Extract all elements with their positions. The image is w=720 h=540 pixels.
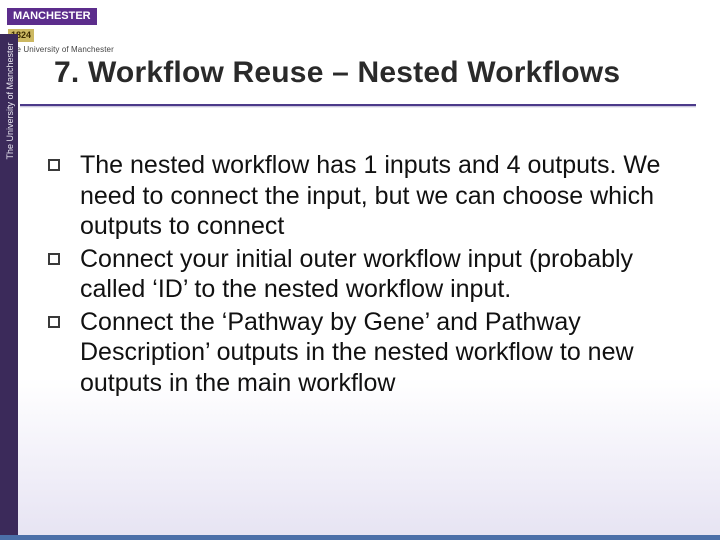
bullet-text: The nested workflow has 1 inputs and 4 o…	[80, 150, 682, 242]
list-item: Connect the ‘Pathway by Gene’ and Pathwa…	[48, 307, 682, 399]
slide-title: 7. Workflow Reuse – Nested Workflows	[54, 56, 690, 90]
bullet-text: Connect your initial outer workflow inpu…	[80, 244, 682, 305]
logo-subtitle: The University of Manchester	[7, 45, 115, 54]
bullet-icon	[48, 316, 60, 328]
sidebar-label: The University of Manchester	[5, 36, 15, 166]
logo-brand: MANCHESTER	[7, 8, 97, 25]
bullet-text: Connect the ‘Pathway by Gene’ and Pathwa…	[80, 307, 682, 399]
list-item: The nested workflow has 1 inputs and 4 o…	[48, 150, 682, 242]
slide-body: The nested workflow has 1 inputs and 4 o…	[48, 150, 682, 400]
university-logo: MANCHESTER1824 The University of Manches…	[7, 6, 115, 54]
sidebar-brand-strip: The University of Manchester	[0, 34, 18, 540]
bullet-icon	[48, 253, 60, 265]
list-item: Connect your initial outer workflow inpu…	[48, 244, 682, 305]
footer-accent-bar	[0, 535, 720, 540]
bullet-icon	[48, 159, 60, 171]
title-underline	[20, 104, 696, 108]
